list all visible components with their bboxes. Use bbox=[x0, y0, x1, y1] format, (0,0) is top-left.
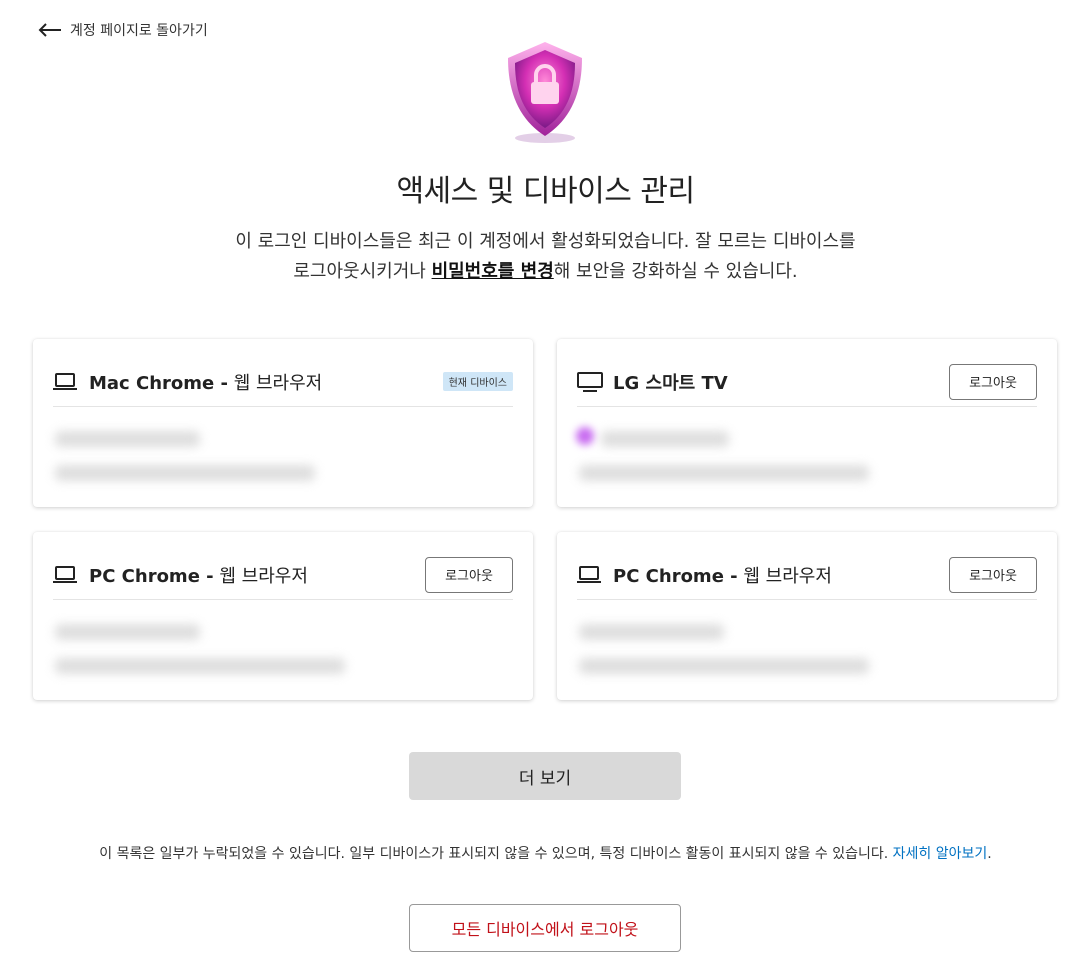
laptop-icon bbox=[577, 565, 603, 585]
list-notice: 이 목록은 일부가 누락되었을 수 있습니다. 일부 디바이스가 표시되지 않을… bbox=[0, 843, 1091, 863]
description-line-1: 이 로그인 디바이스들은 최근 이 계정에서 활성화되었습니다. 잘 모르는 디… bbox=[235, 231, 856, 252]
description-line-2-start: 로그아웃시키거나 bbox=[293, 261, 432, 282]
shield-lock-icon bbox=[500, 38, 590, 148]
device-card: PC Chrome - 웹 브라우저 로그아웃 bbox=[557, 532, 1057, 700]
logout-all-devices-button[interactable]: 모든 디바이스에서 로그아웃 bbox=[409, 904, 681, 952]
device-name: PC Chrome - 웹 브라우저 bbox=[613, 562, 949, 588]
arrow-left-icon bbox=[38, 22, 62, 38]
change-password-link[interactable]: 비밀번호를 변경 bbox=[432, 261, 554, 282]
blurred-detail-line bbox=[579, 465, 869, 481]
device-card-header: Mac Chrome - 웹 브라우저 현재 디바이스 bbox=[53, 357, 513, 407]
device-card-header: LG 스마트 TV 로그아웃 bbox=[577, 357, 1037, 407]
logout-button[interactable]: 로그아웃 bbox=[425, 556, 513, 593]
learn-more-link[interactable]: 자세히 알아보기 bbox=[893, 846, 988, 862]
notice-end: . bbox=[987, 846, 992, 862]
notice-text: 이 목록은 일부가 누락되었을 수 있습니다. 일부 디바이스가 표시되지 않을… bbox=[99, 846, 893, 862]
show-more-button[interactable]: 더 보기 bbox=[409, 752, 681, 800]
blurred-detail-line bbox=[55, 431, 200, 447]
blurred-profile-avatar bbox=[576, 427, 594, 445]
page-title: 액세스 및 디바이스 관리 bbox=[396, 174, 695, 209]
device-name-secondary: 웹 브라우저 bbox=[227, 372, 323, 394]
laptop-icon bbox=[53, 565, 79, 585]
device-name: Mac Chrome - 웹 브라우저 bbox=[89, 369, 443, 395]
device-card: LG 스마트 TV 로그아웃 bbox=[557, 339, 1057, 507]
device-name-secondary: 웹 브라우저 bbox=[213, 565, 308, 587]
page-description: 이 로그인 디바이스들은 최근 이 계정에서 활성화되었습니다. 잘 모르는 디… bbox=[0, 227, 1091, 287]
logout-button[interactable]: 로그아웃 bbox=[949, 363, 1037, 400]
blurred-detail-line bbox=[579, 624, 724, 640]
logout-button[interactable]: 로그아웃 bbox=[949, 556, 1037, 593]
blurred-detail-line bbox=[55, 624, 200, 640]
device-name-primary: LG 스마트 TV bbox=[613, 372, 728, 394]
back-to-account-link[interactable]: 계정 페이지로 돌아가기 bbox=[38, 20, 208, 40]
blurred-detail-line bbox=[601, 431, 729, 447]
blurred-detail-line bbox=[579, 658, 869, 674]
device-card: PC Chrome - 웹 브라우저 로그아웃 bbox=[33, 532, 533, 700]
device-name-secondary: 웹 브라우저 bbox=[737, 565, 832, 587]
device-card-header: PC Chrome - 웹 브라우저 로그아웃 bbox=[577, 550, 1037, 600]
device-name-primary: PC Chrome - bbox=[613, 565, 738, 587]
device-name-primary: Mac Chrome - bbox=[89, 372, 228, 394]
device-name-primary: PC Chrome - bbox=[89, 565, 214, 587]
blurred-detail-line bbox=[55, 658, 345, 674]
device-name: PC Chrome - 웹 브라우저 bbox=[89, 562, 425, 588]
tv-icon bbox=[577, 371, 603, 392]
current-device-badge: 현재 디바이스 bbox=[442, 372, 513, 391]
blurred-detail-line bbox=[55, 465, 315, 481]
description-line-2: 로그아웃시키거나 비밀번호를 변경해 보안을 강화하실 수 있습니다. bbox=[0, 257, 1091, 287]
device-card-header: PC Chrome - 웹 브라우저 로그아웃 bbox=[53, 550, 513, 600]
device-name: LG 스마트 TV bbox=[613, 369, 949, 395]
laptop-icon bbox=[53, 372, 79, 392]
device-card: Mac Chrome - 웹 브라우저 현재 디바이스 bbox=[33, 339, 533, 507]
back-link-label: 계정 페이지로 돌아가기 bbox=[70, 23, 208, 39]
description-line-2-end: 해 보안을 강화하실 수 있습니다. bbox=[553, 261, 798, 282]
